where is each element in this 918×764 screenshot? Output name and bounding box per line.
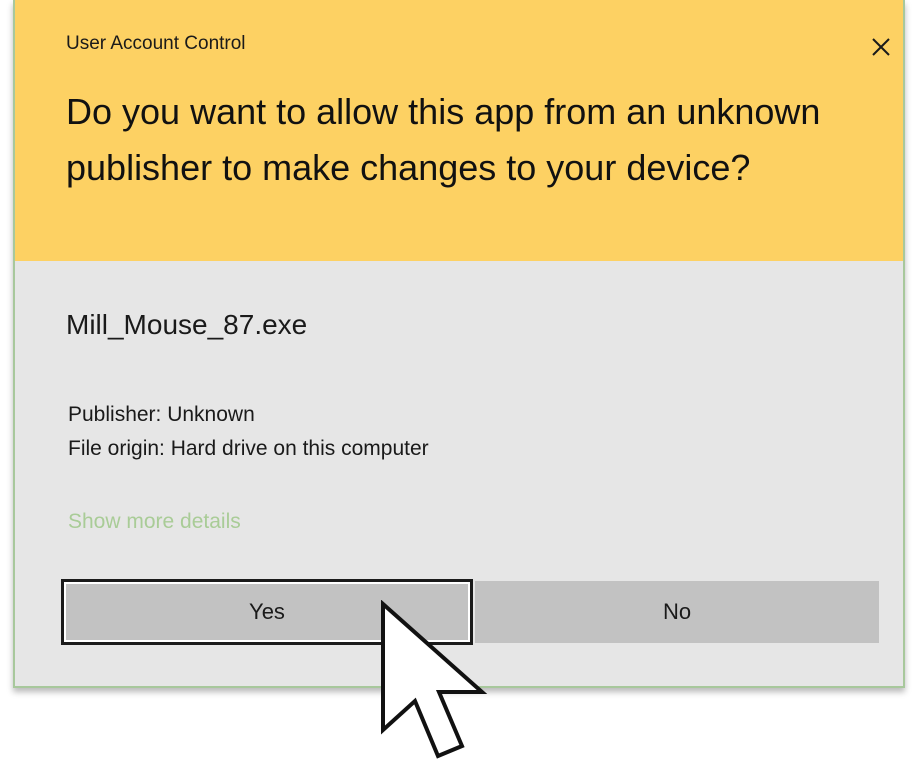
dialog-question: Do you want to allow this app from an un… [66, 91, 821, 188]
uac-dialog: User Account Control Do you want to allo… [13, 0, 905, 688]
show-more-details-link[interactable]: Show more details [68, 510, 241, 534]
app-name: Mill_Mouse_87.exe [66, 309, 308, 340]
publisher-text: Publisher: Unknown [68, 403, 255, 426]
close-icon [872, 38, 890, 56]
dialog-title: User Account Control [66, 33, 246, 54]
mouse-pointer-icon [381, 600, 488, 759]
dialog-header: User Account Control Do you want to allo… [15, 0, 903, 261]
no-button[interactable]: No [475, 581, 879, 643]
close-button[interactable] [870, 36, 892, 58]
no-button-label: No [662, 599, 692, 624]
file-origin-text: File origin: Hard drive on this computer [68, 437, 429, 460]
yes-button-label: Yes [249, 599, 285, 624]
app-info: Publisher: Unknown File origin: Hard dri… [68, 398, 429, 466]
